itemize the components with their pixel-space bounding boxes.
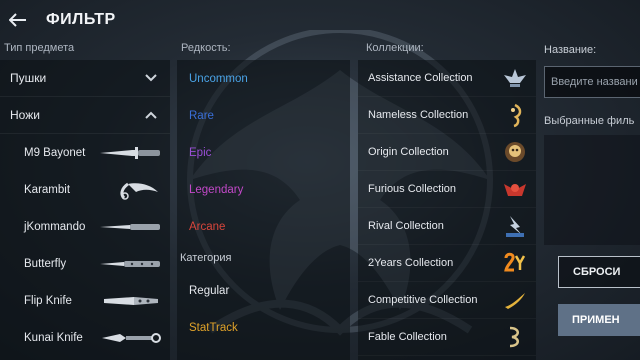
flip-knife-icon — [104, 296, 158, 305]
collection-item[interactable]: Origin Collection — [358, 134, 536, 171]
collections-panel: Assistance Collection Nameless Collectio… — [358, 60, 536, 360]
rarity-item[interactable]: Legendary — [177, 171, 350, 208]
furious-badge-icon — [504, 184, 526, 196]
item-type-panel: Пушки Ножи M9 Bayonet Karambit jKommando — [0, 60, 170, 360]
collection-item[interactable]: Competitive Collection — [358, 282, 536, 319]
selected-filters-label: Выбранные филь — [544, 115, 635, 127]
chevron-down-icon — [145, 74, 157, 82]
category-knives[interactable]: Ножи — [0, 97, 170, 134]
butterfly-icon — [100, 260, 160, 267]
knife-item[interactable]: jKommando — [0, 208, 170, 245]
chevron-up-icon — [145, 111, 157, 119]
rarity-label: Rare — [189, 109, 214, 122]
rarity-label: Legendary — [189, 183, 244, 196]
collection-item[interactable]: Nameless Collection — [358, 97, 536, 134]
collections-header: Коллекции: — [366, 42, 424, 54]
knife-item[interactable]: Kunai Knife — [0, 319, 170, 356]
collection-label: Furious Collection — [368, 183, 457, 195]
name-search-input[interactable] — [544, 66, 640, 98]
knife-label: Butterfly — [24, 257, 67, 270]
competitive-badge-icon — [505, 293, 525, 309]
collection-label: Nameless Collection — [368, 109, 469, 121]
collection-label: Fable Collection — [368, 331, 447, 343]
rarity-item[interactable]: Epic — [177, 134, 350, 171]
knife-item[interactable]: Karambit — [0, 171, 170, 208]
category-option-label: Regular — [189, 284, 230, 297]
category-options: Regular StatTrack — [177, 272, 350, 346]
rarity-item[interactable]: Arcane — [177, 208, 350, 245]
category-label: Ножи — [10, 108, 40, 122]
page-title: ФИЛЬТР — [46, 11, 116, 28]
rarity-label: Uncommon — [189, 72, 248, 85]
knife-label: jKommando — [24, 220, 86, 233]
collection-item[interactable]: Fable Collection — [358, 319, 536, 356]
apply-button[interactable]: ПРИМЕН — [558, 304, 640, 336]
reset-button[interactable]: СБРОСИ — [558, 256, 640, 288]
collection-label: 2Years Collection — [368, 257, 454, 269]
collection-label: Assistance Collection — [368, 72, 473, 84]
knife-label: Flip Knife — [24, 294, 72, 307]
category-guns[interactable]: Пушки — [0, 60, 170, 97]
karambit-icon — [120, 182, 158, 200]
knife-label: Kunai Knife — [24, 331, 83, 344]
knife-item[interactable]: M9 Bayonet — [0, 134, 170, 171]
jkommando-icon — [100, 223, 160, 230]
back-button[interactable] — [0, 0, 36, 40]
collection-label: Competitive Collection — [368, 294, 478, 306]
2years-badge-icon — [504, 252, 526, 272]
collection-item[interactable]: 2Years Collection — [358, 245, 536, 282]
collection-item[interactable]: Rival Collection — [358, 208, 536, 245]
category-option[interactable]: StatTrack — [177, 309, 350, 346]
knife-item[interactable]: Flip Knife — [0, 282, 170, 319]
knife-item[interactable]: Butterfly — [0, 245, 170, 282]
fable-badge-icon — [509, 326, 519, 348]
rarity-item[interactable]: Uncommon — [177, 60, 350, 97]
collection-item[interactable]: Assistance Collection — [358, 60, 536, 97]
collection-label: Rival Collection — [368, 220, 444, 232]
rarity-label: Arcane — [189, 220, 226, 233]
item-type-header: Тип предмета — [4, 42, 75, 54]
name-label: Название: — [544, 44, 597, 56]
category-header: Категория — [180, 252, 232, 264]
rarity-label: Epic — [189, 146, 212, 159]
category-option[interactable]: Regular — [177, 272, 350, 309]
rarity-item[interactable]: Rare — [177, 97, 350, 134]
collection-label: Origin Collection — [368, 146, 449, 158]
assistance-badge-icon — [504, 69, 526, 87]
arrow-left-icon — [9, 13, 26, 27]
selected-filters-box — [544, 135, 640, 245]
origin-badge-icon — [505, 142, 525, 162]
knife-label: Karambit — [24, 183, 71, 196]
kunai-knife-icon — [102, 332, 161, 343]
rarity-header: Редкость: — [181, 42, 231, 54]
header-bar: ФИЛЬТР — [0, 0, 640, 40]
collection-item[interactable]: Furious Collection — [358, 171, 536, 208]
category-option-label: StatTrack — [189, 321, 238, 334]
nameless-badge-icon — [511, 103, 522, 128]
category-label: Пушки — [10, 71, 47, 85]
rival-badge-icon — [506, 216, 524, 237]
knife-label: M9 Bayonet — [24, 146, 86, 159]
m9-bayonet-icon — [100, 146, 160, 159]
